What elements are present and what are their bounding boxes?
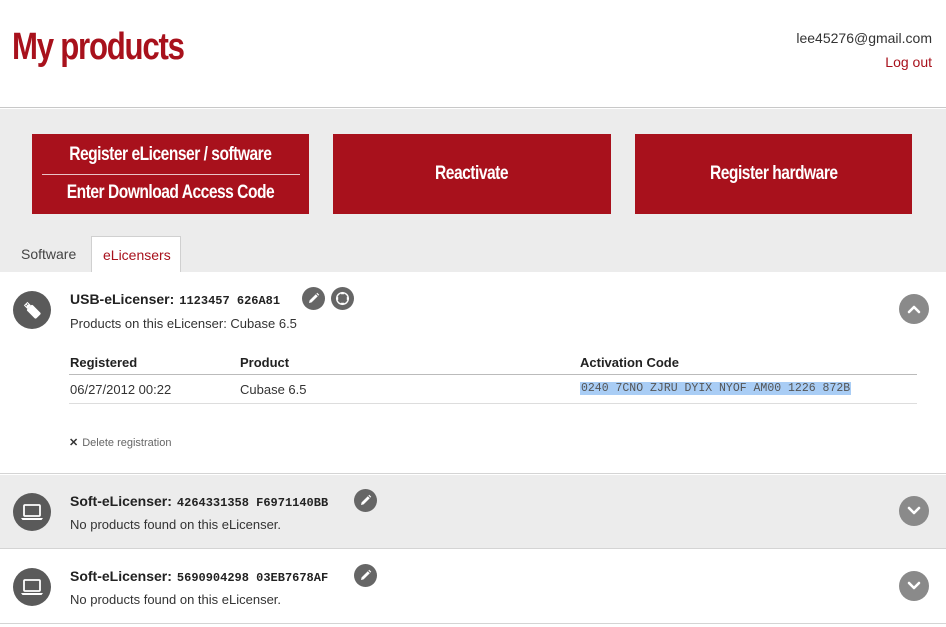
column-header-product: Product xyxy=(240,355,290,370)
page-header: My products lee45276@gmail.com Log out xyxy=(0,0,946,108)
tab-elicensers[interactable]: eLicensers xyxy=(91,236,181,273)
edit-pencil-icon[interactable] xyxy=(354,489,377,512)
expand-chevron-down-icon[interactable] xyxy=(899,496,929,526)
edit-pencil-icon[interactable] xyxy=(302,287,325,310)
tab-software[interactable]: Software xyxy=(10,236,87,272)
elicenser-type: Soft-eLicenser: xyxy=(70,568,172,584)
tab-bar: Software eLicensers xyxy=(0,236,946,273)
registrations-table: Registered Product Activation Code 06/27… xyxy=(69,352,917,404)
elicenser-title: USB-eLicenser: 1123457 626A81 xyxy=(70,291,280,308)
elicenser-id: 5690904298 03EB7678AF xyxy=(176,571,329,585)
register-hardware-button[interactable]: Register hardware xyxy=(635,134,912,214)
elicenser-products-summary: No products found on this eLicenser. xyxy=(70,517,282,532)
move-arrows-icon[interactable] xyxy=(331,287,354,310)
activation-code[interactable]: 0240 7CNO ZJRU DYIX NYOF AM00 1226 872B xyxy=(580,382,852,395)
elicenser-id: 1123457 626A81 xyxy=(179,294,281,308)
elicenser-products-summary: Products on this eLicenser: Cubase 6.5 xyxy=(70,316,297,331)
elicenser-panel-soft-1: Soft-eLicenser: 4264331358 F6971140BB No … xyxy=(0,475,946,549)
collapse-chevron-up-icon[interactable] xyxy=(899,294,929,324)
registered-date: 06/27/2012 00:22 xyxy=(70,382,172,397)
action-band: Register eLicenser / software Enter Down… xyxy=(0,109,946,273)
elicenser-title: Soft-eLicenser: 4264331358 F6971140BB xyxy=(70,493,328,510)
elicenser-panel-soft-2: Soft-eLicenser: 5690904298 03EB7678AF No … xyxy=(0,550,946,624)
table-row: 06/27/2012 00:22 Cubase 6.5 0240 7CNO ZJ… xyxy=(69,375,917,404)
elicenser-title: Soft-eLicenser: 5690904298 03EB7678AF xyxy=(70,568,328,585)
page-title: My products xyxy=(12,26,185,68)
edit-pencil-icon[interactable] xyxy=(354,564,377,587)
elicenser-type: USB-eLicenser: xyxy=(70,291,175,307)
laptop-icon xyxy=(13,493,51,531)
product-name: Cubase 6.5 xyxy=(240,382,307,397)
usb-stick-icon xyxy=(13,291,51,329)
column-header-registered: Registered xyxy=(70,355,138,370)
elicenser-panel-usb: USB-eLicenser: 1123457 626A81 Products on… xyxy=(0,272,946,474)
reactivate-label[interactable]: Reactivate xyxy=(435,163,509,185)
reactivate-button[interactable]: Reactivate xyxy=(333,134,611,214)
elicenser-type: Soft-eLicenser: xyxy=(70,493,172,509)
register-elicenser-label[interactable]: Register eLicenser / software xyxy=(69,144,272,166)
enter-download-code-label[interactable]: Enter Download Access Code xyxy=(67,182,275,204)
table-header-row: Registered Product Activation Code xyxy=(69,352,917,375)
user-email: lee45276@gmail.com xyxy=(796,30,932,46)
register-hardware-label[interactable]: Register hardware xyxy=(710,163,838,185)
laptop-icon xyxy=(13,568,51,606)
close-icon: ✕ xyxy=(69,437,79,449)
register-elicenser-button[interactable]: Register eLicenser / software Enter Down… xyxy=(32,134,309,214)
expand-chevron-down-icon[interactable] xyxy=(899,571,929,601)
elicenser-id: 4264331358 F6971140BB xyxy=(176,496,329,510)
column-header-activation-code: Activation Code xyxy=(580,355,679,370)
button-divider xyxy=(41,174,300,175)
logout-link[interactable]: Log out xyxy=(885,54,932,70)
delete-registration-label[interactable]: Delete registration xyxy=(82,437,171,449)
elicenser-products-summary: No products found on this eLicenser. xyxy=(70,592,282,607)
delete-registration-link[interactable]: ✕ Delete registration xyxy=(69,436,172,449)
